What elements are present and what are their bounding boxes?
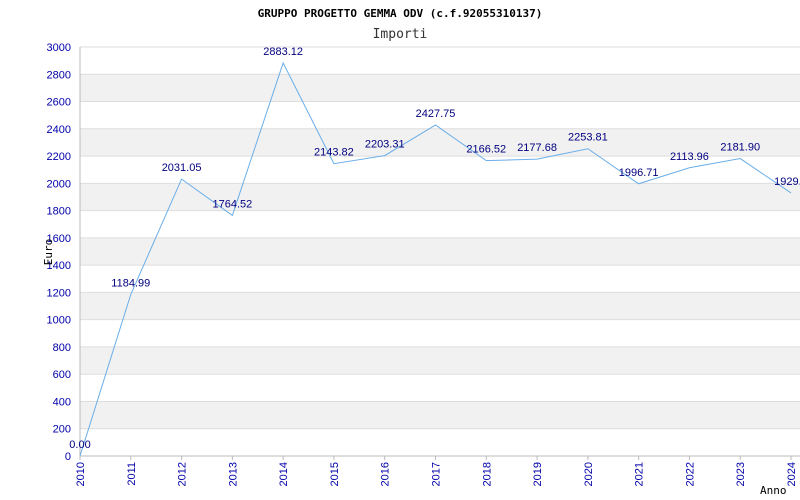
- x-tick-label: 2018: [481, 462, 493, 486]
- data-label: 2203.31: [365, 139, 405, 151]
- data-label: 1764.52: [212, 198, 252, 210]
- x-tick-label: 2016: [380, 462, 392, 486]
- y-tick-label: 2600: [47, 97, 71, 109]
- chart-title: GRUPPO PROGETTO GEMMA ODV (c.f.920553101…: [258, 7, 543, 20]
- x-tick-labels: 2010 2011 2012 2013 2014 2015 2016 2017 2018 2019…: [75, 456, 798, 486]
- grid-band: [80, 292, 800, 320]
- y-tick-label: 600: [53, 369, 71, 381]
- data-label: 2427.75: [416, 108, 456, 120]
- x-tick-label: 2020: [583, 462, 595, 486]
- x-tick-label: 2021: [634, 462, 646, 486]
- x-tick-label: 2011: [126, 462, 138, 486]
- y-tick-label: 800: [53, 342, 71, 354]
- data-label: 2113.96: [670, 151, 709, 163]
- y-tick-label: 200: [53, 424, 71, 436]
- data-label: 2166.52: [466, 144, 506, 156]
- x-tick-label: 2023: [735, 462, 747, 486]
- grid-band: [80, 346, 800, 375]
- x-tick-label: 2010: [75, 462, 87, 486]
- data-label: 1184.99: [111, 277, 150, 289]
- x-tick-label: 2013: [227, 462, 239, 486]
- x-tick-label: 2022: [684, 462, 696, 486]
- data-label: 0.00: [69, 439, 90, 451]
- y-tick-label: 2800: [47, 69, 71, 81]
- data-label: 2031.05: [162, 162, 202, 174]
- grid-band: [80, 183, 800, 211]
- x-axis-label: Anno: [760, 484, 787, 497]
- x-tick-label: 2012: [177, 462, 189, 486]
- y-tick-label: 400: [53, 396, 71, 408]
- y-tick-label: 3000: [47, 42, 71, 54]
- grid-band: [80, 74, 800, 102]
- y-tick-label: 1000: [47, 315, 71, 327]
- data-label: 2253.81: [568, 132, 608, 144]
- x-tick-label: 2014: [278, 462, 290, 486]
- data-label: 2883.12: [263, 46, 303, 58]
- y-tick-label: 1200: [47, 287, 71, 299]
- data-label: 2143.82: [314, 147, 354, 159]
- data-label: 1929.4: [774, 176, 800, 188]
- x-tick-label: 2019: [532, 462, 544, 486]
- y-tick-label: 2000: [47, 178, 71, 190]
- x-tick-label: 2015: [329, 462, 341, 486]
- data-label: 1996.71: [619, 167, 659, 179]
- y-tick-label: 2400: [47, 124, 71, 136]
- y-tick-label: 1800: [47, 206, 71, 218]
- x-tick-label: 2024: [786, 462, 798, 486]
- grid-band: [80, 401, 800, 429]
- y-tick-label: 2200: [47, 151, 71, 163]
- line-chart: 0200400600800100012001400160018002000220…: [42, 7, 800, 497]
- y-axis-label: Euro: [42, 239, 55, 266]
- chart-subtitle: Importi: [373, 27, 428, 42]
- y-tick-label: 0: [65, 451, 71, 463]
- grid-band: [80, 237, 800, 266]
- data-label: 2177.68: [517, 142, 557, 154]
- grid-bands: [80, 74, 800, 429]
- data-label: 2181.90: [720, 142, 760, 154]
- x-tick-label: 2017: [431, 462, 443, 486]
